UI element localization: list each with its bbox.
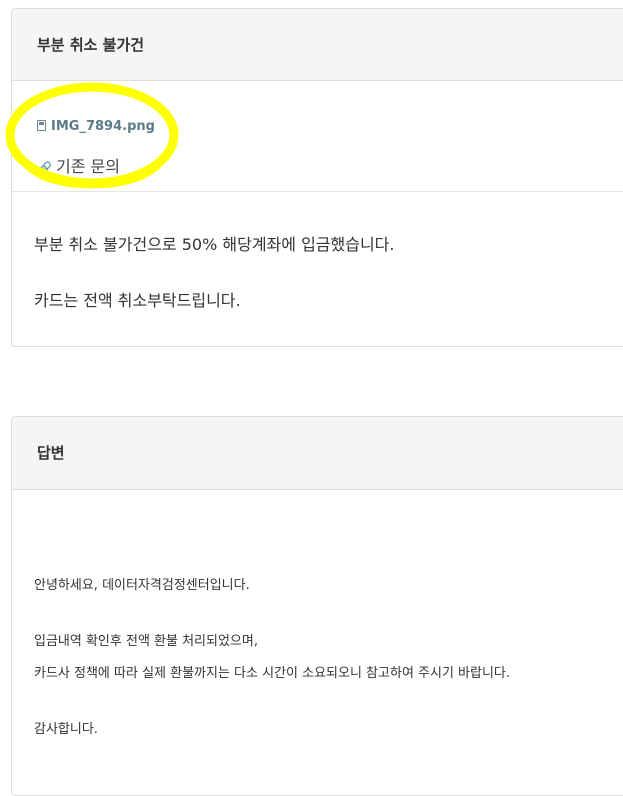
answer-line-1: 입금내역 확인후 전액 환불 처리되었으며, [34,634,258,649]
question-line: 카드는 전액 취소부탁드립니다. [34,291,241,310]
attachment-area: IMG_7894.png 🔗 기존 문의 [5,81,623,192]
question-line: 부분 취소 불가건으로 50% 해당계좌에 입금했습니다. [34,235,395,254]
related-inquiry-link[interactable]: 🔗 기존 문의 [37,153,120,177]
answer-closing: 감사합니다. [34,722,98,737]
attachment-file-link[interactable]: IMG_7894.png [37,119,155,134]
question-title: 부분 취소 불가건 [12,9,623,81]
question-panel: 부분 취소 불가건 IMG_7894.png 🔗 기존 문의 부분 취소 불가건으… [5,8,623,347]
answer-body: 안녕하세요, 데이터자격검정센터입니다. 입금내역 확인후 전액 환불 처리되었… [12,490,623,739]
answer-panel: 답변 안녕하세요, 데이터자격검정센터입니다. 입금내역 확인후 전액 환불 처… [11,416,623,796]
answer-greeting: 안녕하세요, 데이터자격검정센터입니다. [34,578,250,593]
answer-line-2: 카드사 정책에 따라 실제 환불까지는 다소 시간이 소요되오니 참고하여 주시… [34,666,511,681]
floppy-disk-icon [37,120,46,131]
link-icon: 🔗 [37,161,52,175]
answer-title: 답변 [12,417,623,490]
related-inquiry-label: 기존 문의 [56,157,120,176]
attachment-filename: IMG_7894.png [51,119,155,134]
question-body: 부분 취소 불가건으로 50% 해당계좌에 입금했습니다. 카드는 전액 취소부… [12,192,623,312]
